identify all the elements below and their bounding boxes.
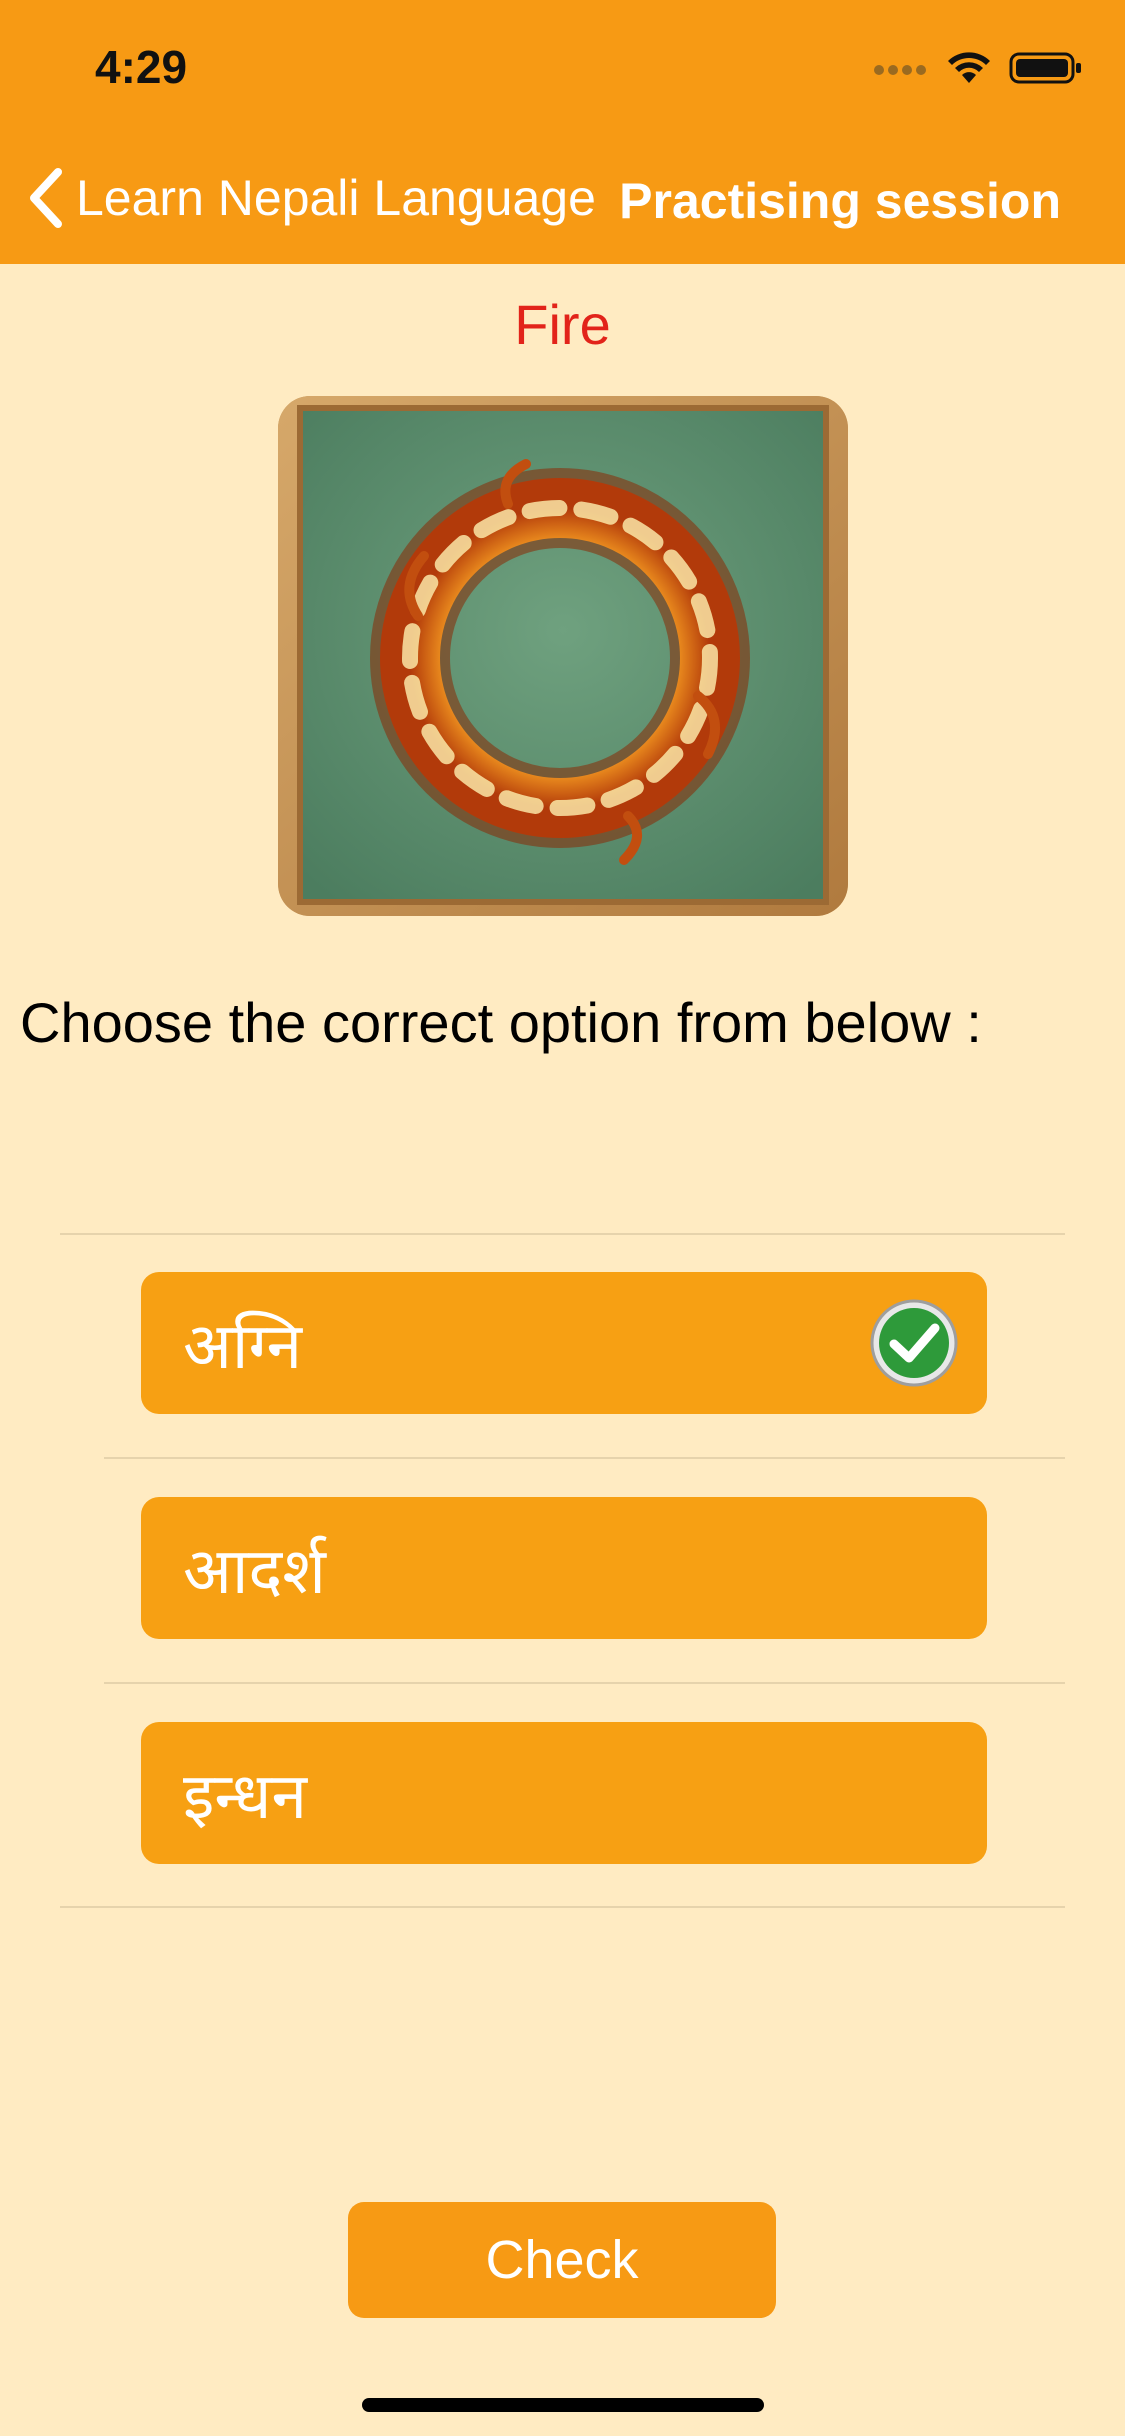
cellular-signal-icon: [874, 65, 926, 75]
option-label: आदर्श: [183, 1535, 326, 1609]
option-3[interactable]: इन्धन: [141, 1722, 987, 1864]
back-button-label: Learn Nepali Language: [76, 170, 596, 226]
status-icons: [873, 48, 1083, 88]
status-time: 4:29: [95, 41, 188, 93]
checkmark-icon: [870, 1299, 958, 1387]
divider: [104, 1682, 1065, 1684]
home-indicator: [362, 2398, 764, 2412]
instruction-text: Choose the correct option from below :: [20, 991, 982, 1054]
wifi-icon: [948, 52, 990, 83]
fire-ring-image: [278, 396, 848, 916]
divider: [60, 1233, 1065, 1235]
question-image: [278, 396, 848, 916]
battery-icon: [1009, 52, 1081, 84]
question-word: Fire: [514, 293, 611, 356]
divider: [104, 1457, 1065, 1459]
option-2[interactable]: आदर्श: [141, 1497, 987, 1639]
chevron-left-icon: [30, 168, 62, 228]
check-button[interactable]: Check: [348, 2202, 776, 2318]
back-button[interactable]: Learn Nepali Language: [22, 166, 596, 230]
option-1[interactable]: अग्नि: [141, 1272, 987, 1414]
option-label: इन्धन: [183, 1760, 308, 1834]
status-bar: 4:29: [0, 0, 1125, 132]
navigation-bar: Learn Nepali Language Practising session: [0, 132, 1125, 264]
divider: [60, 1906, 1065, 1908]
page-title: Practising session: [619, 173, 1061, 229]
option-label: अग्नि: [183, 1310, 302, 1384]
